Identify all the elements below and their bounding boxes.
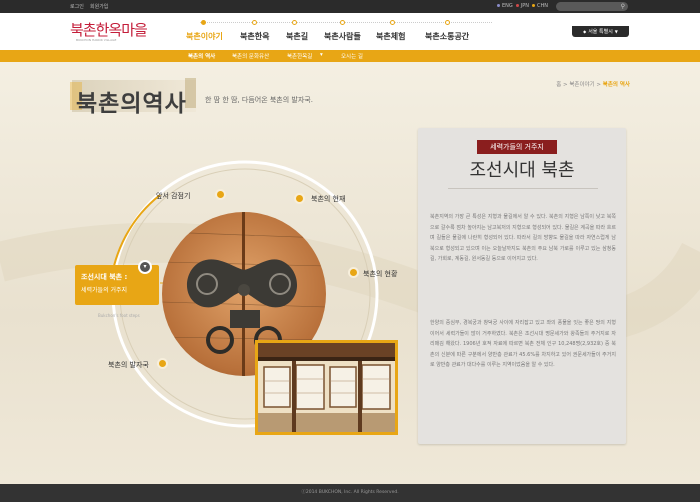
- timeline-label-status[interactable]: 북촌의 현황: [363, 269, 397, 279]
- timeline-marker[interactable]: [215, 189, 226, 200]
- timeline-marker[interactable]: [157, 358, 168, 369]
- timeline-label-present[interactable]: 북촌의 현재: [311, 194, 345, 204]
- timeline-label-footsteps[interactable]: 북촌의 발자국: [108, 360, 149, 370]
- hanok-wall-illustration: [258, 343, 395, 432]
- panel-title: 조선시대 북촌: [469, 160, 575, 181]
- timeline-marker[interactable]: [294, 193, 305, 204]
- selected-era-subtitle: 세력가들의 거주지: [81, 287, 128, 294]
- footer: ⓒ2014 BUKCHON, Inc. All Rights Reserved.: [0, 484, 700, 502]
- panel-paragraph-1: 북촌지역의 가장 큰 특성은 지형과 물길에서 알 수 있다. 북촌의 지형은 …: [430, 214, 616, 263]
- hanok-wall-photo: [255, 340, 398, 435]
- panel-tag: 세력가들의 거주지: [477, 140, 557, 154]
- timeline-label-occupation[interactable]: 앞서 감점기: [156, 191, 190, 201]
- panel-paragraph-2: 한양의 중심부, 경복궁과 창덕궁 사이에 자리잡고 있고 좌의 풍물을 잇는 …: [430, 320, 616, 369]
- timeline-marker[interactable]: [348, 267, 359, 278]
- panel-divider: [448, 188, 598, 189]
- chevron-down-icon[interactable]: ▾: [138, 260, 152, 274]
- selected-era-box[interactable]: ▾ 조선시대 북촌 : 세력가들의 거주지: [75, 260, 159, 305]
- diagram-caption: Bukchon's foot steps: [98, 313, 140, 318]
